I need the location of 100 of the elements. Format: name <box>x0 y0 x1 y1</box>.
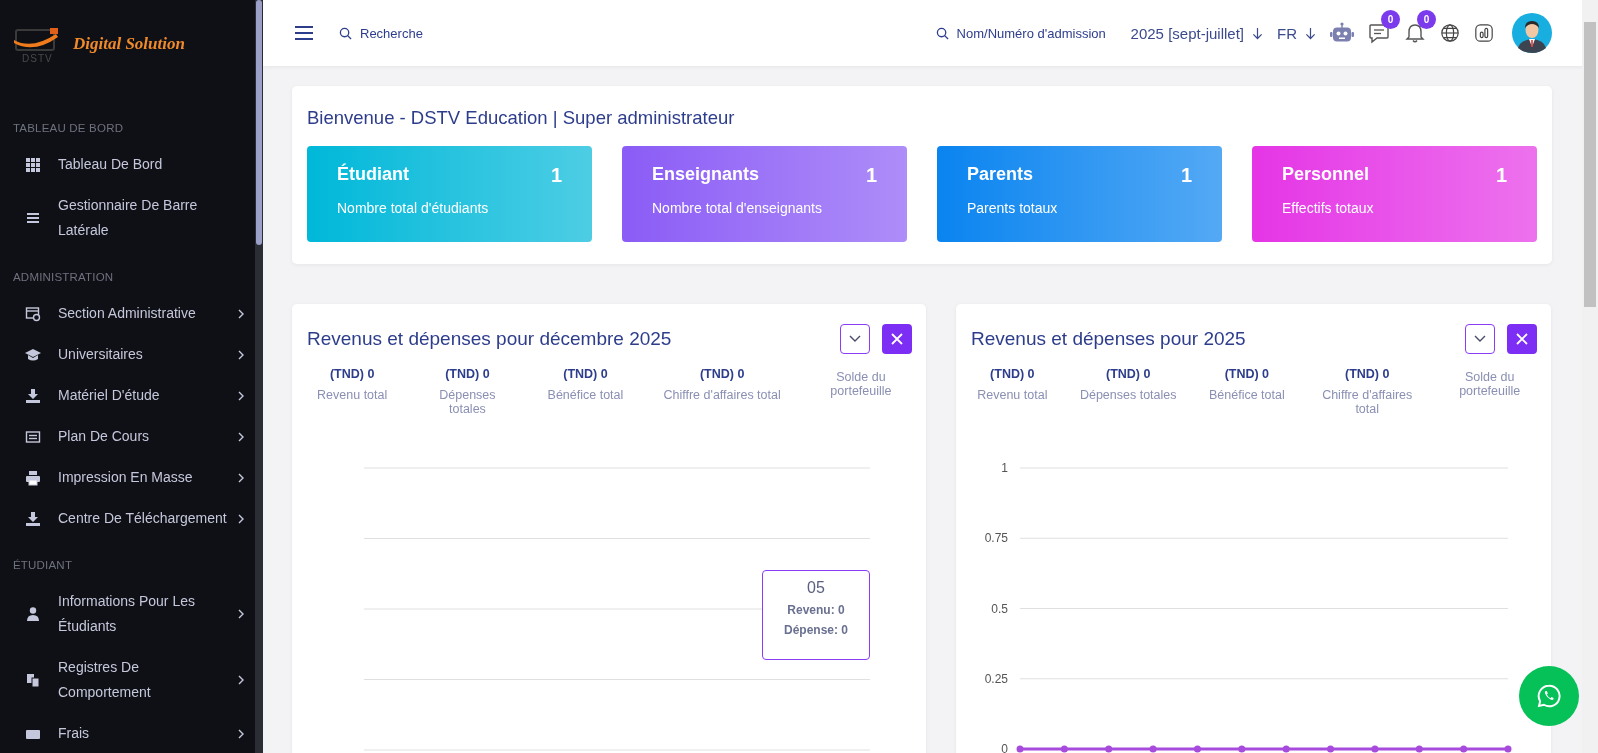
summary-label: Chiffre d'affaires total <box>663 388 781 402</box>
data-point <box>1016 745 1024 753</box>
axis-tick-label: 0 <box>1001 742 1008 753</box>
chart-icon[interactable] <box>1474 23 1494 43</box>
welcome-title: Bienvenue - DSTV Education | Super administrateur <box>307 107 736 129</box>
download-icon <box>25 387 41 404</box>
avatar[interactable] <box>1512 13 1552 53</box>
summary-value: (TND) 0 <box>329 366 375 382</box>
sidebar-item[interactable]: Tableau De Bord <box>0 144 255 185</box>
summary-value: (TND) 0 <box>990 366 1035 382</box>
collapse-button[interactable] <box>1465 324 1495 354</box>
collapse-button[interactable] <box>840 324 870 354</box>
chevron-down-icon <box>1474 335 1486 343</box>
sidebar-item[interactable]: Universitaires <box>0 334 255 375</box>
sidebar-item[interactable]: Frais <box>0 713 255 753</box>
close-button[interactable] <box>1507 324 1537 354</box>
logo-subtext: DSTV <box>22 53 53 64</box>
stat-title: Enseignants <box>652 164 760 186</box>
search-icon <box>935 26 949 40</box>
sidebar-item[interactable]: Centre De Téléchargement <box>0 498 255 539</box>
summary-label: Bénéfice total <box>547 388 624 402</box>
chevron-down-icon <box>849 335 861 343</box>
axis-tick-label: 0.5 <box>991 601 1008 616</box>
notification-badge: 0 <box>1381 10 1400 29</box>
user-icon <box>25 606 41 622</box>
chart-title: Revenus et dépenses pour 2025 <box>971 328 1247 350</box>
sidebar-item[interactable]: Matériel D'étude <box>0 375 255 416</box>
data-point <box>1060 745 1068 753</box>
data-point <box>1193 745 1201 753</box>
menu-icon[interactable] <box>295 26 313 40</box>
bell-icon[interactable] <box>1404 22 1426 44</box>
copy-icon <box>25 672 41 688</box>
stat-title: Parents <box>967 164 1034 186</box>
summary-label: Revenu total <box>977 388 1048 402</box>
data-point <box>1415 745 1423 753</box>
data-point <box>1149 745 1157 753</box>
summary-label: Bénéfice total <box>1209 388 1285 402</box>
summary-value: (TND) 0 <box>1224 366 1270 382</box>
stat-subtitle: Nombre total d'enseignants <box>652 200 823 216</box>
chart-title: Revenus et dépenses pour décembre 2025 <box>307 328 673 350</box>
search-field[interactable]: Recherche <box>358 24 482 42</box>
section-heading: ÉTUDIANT <box>12 559 74 573</box>
sidebar-item[interactable]: Informations Pour Les Étudiants <box>0 581 255 647</box>
card-icon <box>25 428 41 445</box>
admission-search-field[interactable]: Nom/Numéro d'admission <box>954 24 1117 42</box>
data-point <box>1238 745 1246 753</box>
summary-label: Revenu total <box>317 388 388 402</box>
notification-badge: 0 <box>1417 10 1436 29</box>
summary-value: (TND) 0 <box>563 366 608 382</box>
grid-icon <box>25 156 41 173</box>
stat-count: 1 <box>1180 164 1192 187</box>
tooltip-title: 05 <box>807 579 825 597</box>
summary-value: (TND) 0 <box>1345 366 1390 382</box>
lines-icon <box>25 210 41 226</box>
logo-text: Digital Solution <box>73 34 185 54</box>
robot-icon[interactable] <box>1330 22 1354 44</box>
axis-tick-label: 0.25 <box>984 671 1008 686</box>
phone-chat-icon <box>1536 683 1562 709</box>
printer-icon <box>25 469 41 486</box>
sidebar-item[interactable]: Plan De Cours <box>0 416 255 457</box>
section-heading: ADMINISTRATION <box>12 271 115 285</box>
sidebar-item[interactable]: Section Administrative <box>0 293 255 334</box>
stat-count: 1 <box>1495 164 1507 187</box>
data-point <box>1504 745 1512 753</box>
stat-count: 1 <box>865 164 877 187</box>
summary-label: Chiffre d'affaires total <box>1321 388 1414 416</box>
tooltip-line: Dépense: 0 <box>784 623 848 637</box>
arrow-down-icon <box>1305 26 1316 40</box>
summary-value: (TND) 0 <box>699 366 745 382</box>
close-button[interactable] <box>882 324 912 354</box>
sidebar-item[interactable]: Gestionnaire De Barre Latérale <box>0 185 255 251</box>
language-dropdown[interactable]: FR <box>1277 24 1316 42</box>
chat-icon[interactable] <box>1368 22 1390 44</box>
summary-value: (TND) 0 <box>1105 366 1151 382</box>
download-icon <box>25 510 41 527</box>
axis-tick-label: 1 <box>1001 461 1008 475</box>
summary-label: Solde du portefeuille <box>829 370 893 398</box>
stat-title: Étudiant <box>337 164 409 186</box>
scrollbar[interactable] <box>1582 0 1598 753</box>
data-point <box>1327 745 1335 753</box>
data-point <box>1460 745 1468 753</box>
axis-tick-label: 0.75 <box>984 531 1008 546</box>
data-point <box>1105 745 1113 753</box>
scrollbar[interactable] <box>255 0 263 753</box>
stat-subtitle: Effectifs totaux <box>1282 200 1375 216</box>
admin-icon <box>25 305 41 322</box>
data-point <box>1371 745 1379 753</box>
session-dropdown[interactable]: 2025 [sept-juillet] <box>1130 24 1263 42</box>
section-heading: TABLEAU DE BORD <box>12 122 125 136</box>
cap-icon <box>25 346 41 363</box>
stat-subtitle: Nombre total d'étudiants <box>337 200 490 216</box>
stat-subtitle: Parents totaux <box>967 200 1059 216</box>
sidebar-item[interactable]: Impression En Masse <box>0 457 255 498</box>
summary-label: Dépenses totales <box>438 388 497 416</box>
arrow-down-icon <box>1252 26 1263 40</box>
stat-count: 1 <box>550 164 562 187</box>
sidebar-item[interactable]: Registres De Comportement <box>0 647 255 713</box>
search-icon <box>339 26 352 40</box>
stat-title: Personnel <box>1282 164 1370 186</box>
globe-icon[interactable] <box>1440 23 1460 43</box>
